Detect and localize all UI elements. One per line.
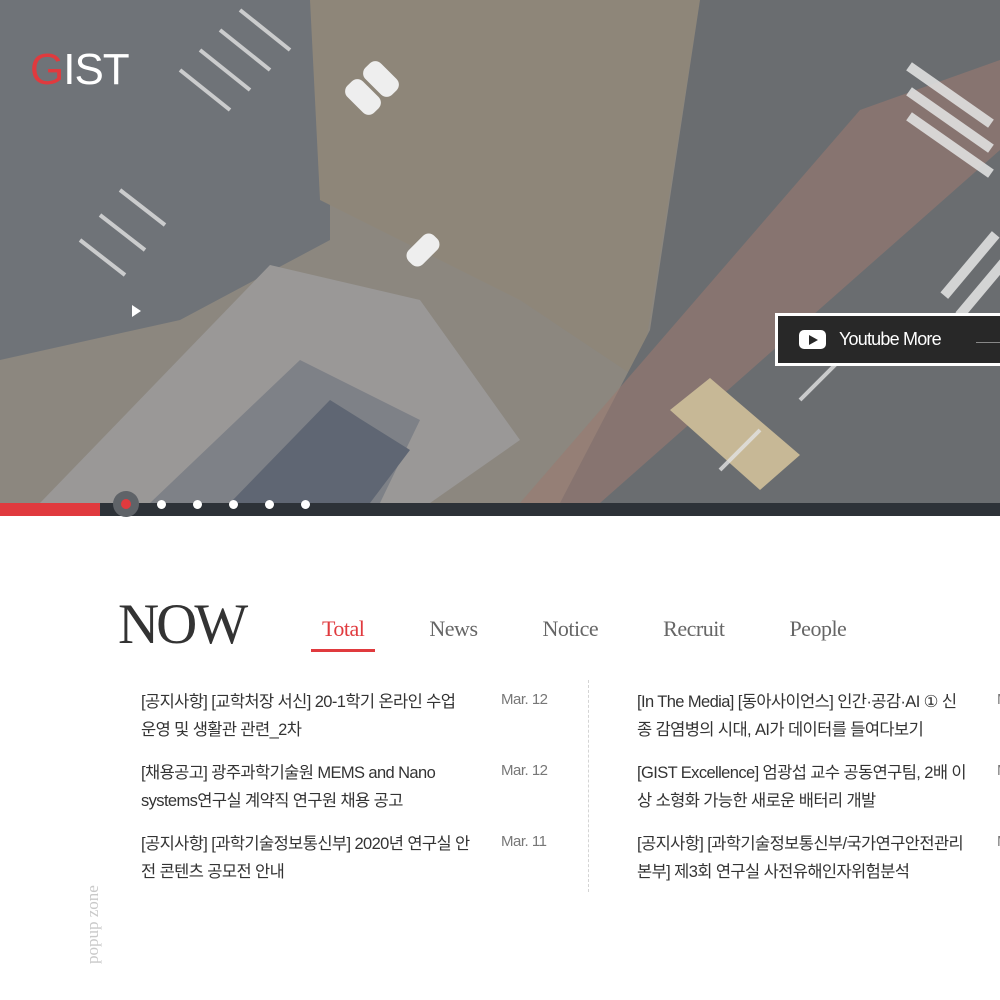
tab-recruit[interactable]: Recruit: [652, 614, 735, 652]
right-news-item[interactable]: [In The Media] [동아사이언스] 인간·공감·AI ① 신종 감염…: [637, 688, 1000, 759]
now-tabs: Total News Notice Recruit People: [311, 614, 900, 652]
left-news-item[interactable]: [공지사항] [교학처장 서신] 20-1학기 온라인 수업 운영 및 생활관 …: [141, 688, 561, 759]
youtube-more-label: Youtube More: [839, 329, 942, 349]
slide-pagination: [113, 491, 337, 517]
youtube-more-button[interactable]: Youtube More: [775, 313, 1000, 366]
tab-news[interactable]: News: [418, 614, 488, 652]
news-title[interactable]: [채용공고] 광주과학기술원 MEMS and Nano systems연구실 …: [141, 759, 471, 815]
news-title[interactable]: [GIST Excellence] 엄광섭 교수 공동연구팀, 2배 이상 소형…: [637, 759, 967, 815]
tab-notice[interactable]: Notice: [532, 614, 610, 652]
play-icon[interactable]: [132, 305, 141, 317]
news-title[interactable]: [공지사항] [과학기술정보통신부/국가연구안전관리본부] 제3회 연구실 사전…: [637, 830, 967, 886]
slide-dot-6[interactable]: [301, 499, 310, 509]
news-date: Mar. 12: [501, 762, 548, 779]
gist-logo[interactable]: GIST: [30, 45, 130, 94]
youtube-icon: [799, 330, 826, 349]
right-news-item[interactable]: [공지사항] [과학기술정보통신부/국가연구안전관리본부] 제3회 연구실 사전…: [637, 830, 1000, 901]
slide-progress-fill: [0, 503, 100, 516]
now-section-title: NOW: [118, 593, 248, 656]
slide-dot-2[interactable]: [157, 499, 166, 509]
news-list-left: [공지사항] [교학처장 서신] 20-1학기 온라인 수업 운영 및 생활관 …: [141, 688, 561, 901]
news-title[interactable]: [공지사항] [교학처장 서신] 20-1학기 온라인 수업 운영 및 생활관 …: [141, 688, 471, 744]
left-news-item[interactable]: [채용공고] 광주과학기술원 MEMS and Nano systems연구실 …: [141, 759, 561, 830]
slide-dot-4[interactable]: [229, 499, 238, 509]
news-date: Mar. 12: [501, 691, 548, 708]
news-title[interactable]: [공지사항] [과학기술정보통신부] 2020년 연구실 안전 콘텐츠 공모전 …: [141, 830, 471, 886]
news-date: Mar. 11: [501, 833, 547, 850]
popup-zone-button[interactable]: popup zone: [82, 864, 104, 964]
logo-letter-g: G: [30, 45, 64, 94]
slide-dot-3[interactable]: [193, 499, 202, 509]
tab-total[interactable]: Total: [311, 614, 376, 652]
aerial-campus-image: [0, 0, 1000, 503]
news-title[interactable]: [In The Media] [동아사이언스] 인간·공감·AI ① 신종 감염…: [637, 688, 967, 744]
news-list-right: [In The Media] [동아사이언스] 인간·공감·AI ① 신종 감염…: [637, 688, 1000, 901]
left-news-item[interactable]: [공지사항] [과학기술정보통신부] 2020년 연구실 안전 콘텐츠 공모전 …: [141, 830, 561, 901]
logo-text: IST: [63, 45, 129, 94]
hero-video-banner: GIST Youtube More: [0, 0, 1000, 503]
button-decor-line: [976, 342, 1000, 343]
column-divider: [588, 680, 589, 892]
right-news-item[interactable]: [GIST Excellence] 엄광섭 교수 공동연구팀, 2배 이상 소형…: [637, 759, 1000, 830]
slide-dot-5[interactable]: [265, 499, 274, 509]
tab-people[interactable]: People: [778, 614, 857, 652]
slide-dot-1[interactable]: [113, 491, 139, 517]
